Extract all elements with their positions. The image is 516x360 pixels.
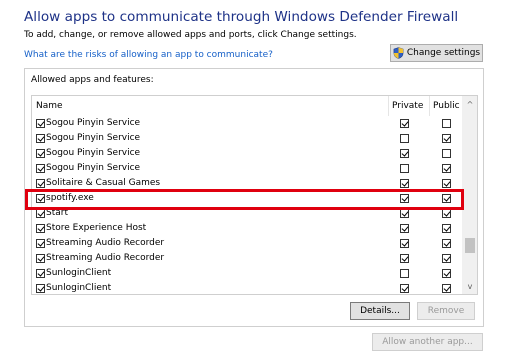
app-name: spotify.exe xyxy=(46,193,94,203)
app-row[interactable]: Sogou Pinyin Service xyxy=(32,131,462,146)
app-enabled-checkbox[interactable] xyxy=(36,134,45,143)
public-checkbox[interactable] xyxy=(442,194,451,203)
change-settings-label: Change settings xyxy=(406,48,481,58)
page-subtitle: To add, change, or remove allowed apps a… xyxy=(24,30,357,40)
private-checkbox[interactable] xyxy=(400,134,409,143)
app-name: Start xyxy=(46,208,68,218)
private-checkbox[interactable] xyxy=(400,209,409,218)
public-checkbox[interactable] xyxy=(442,164,451,173)
remove-button[interactable]: Remove xyxy=(417,302,475,320)
public-checkbox[interactable] xyxy=(442,179,451,188)
app-name: SunloginClient xyxy=(46,283,112,293)
allowed-apps-group: Allowed apps and features: Name Private … xyxy=(24,68,484,327)
app-row[interactable]: Sogou Pinyin Service xyxy=(32,161,462,176)
list-header: Name Private Public xyxy=(32,96,462,116)
uac-shield-icon xyxy=(393,47,404,59)
vertical-scrollbar[interactable]: ^ v xyxy=(462,96,477,294)
app-row[interactable]: Streaming Audio Recorder xyxy=(32,236,462,251)
app-name: Sogou Pinyin Service xyxy=(46,148,141,158)
allowed-apps-label: Allowed apps and features: xyxy=(31,75,154,85)
private-checkbox[interactable] xyxy=(400,254,409,263)
public-checkbox[interactable] xyxy=(442,239,451,248)
app-enabled-checkbox[interactable] xyxy=(36,149,45,158)
allow-another-app-button[interactable]: Allow another app... xyxy=(372,333,483,351)
app-enabled-checkbox[interactable] xyxy=(36,179,45,188)
private-checkbox[interactable] xyxy=(400,194,409,203)
app-name: Streaming Audio Recorder xyxy=(46,253,165,263)
public-checkbox[interactable] xyxy=(442,134,451,143)
private-checkbox[interactable] xyxy=(400,269,409,278)
scroll-down-arrow-icon[interactable]: v xyxy=(462,278,477,294)
public-checkbox[interactable] xyxy=(442,284,451,293)
private-checkbox[interactable] xyxy=(400,284,409,293)
column-divider xyxy=(429,96,430,116)
column-header-private[interactable]: Private xyxy=(392,101,423,111)
scroll-up-arrow-icon[interactable]: ^ xyxy=(462,96,477,112)
app-enabled-checkbox[interactable] xyxy=(36,209,45,218)
app-name: SunloginClient xyxy=(46,268,112,278)
app-enabled-checkbox[interactable] xyxy=(36,194,45,203)
app-name: Sogou Pinyin Service xyxy=(46,133,141,143)
column-header-name[interactable]: Name xyxy=(36,101,63,111)
public-checkbox[interactable] xyxy=(442,269,451,278)
app-row[interactable]: Solitaire & Casual Games xyxy=(32,176,462,191)
private-checkbox[interactable] xyxy=(400,239,409,248)
app-rows: Sogou Pinyin Service Sogou Pinyin Service… xyxy=(32,116,462,294)
app-name: Solitaire & Casual Games xyxy=(46,178,161,188)
app-row[interactable]: Store Experience Host xyxy=(32,221,462,236)
app-enabled-checkbox[interactable] xyxy=(36,164,45,173)
app-row[interactable]: SunloginClient xyxy=(32,266,462,281)
public-checkbox[interactable] xyxy=(442,119,451,128)
risks-link[interactable]: What are the risks of allowing an app to… xyxy=(24,50,273,60)
public-checkbox[interactable] xyxy=(442,254,451,263)
app-enabled-checkbox[interactable] xyxy=(36,119,45,128)
private-checkbox[interactable] xyxy=(400,179,409,188)
app-name: Sogou Pinyin Service xyxy=(46,118,141,128)
public-checkbox[interactable] xyxy=(442,209,451,218)
column-header-public[interactable]: Public xyxy=(433,101,460,111)
app-row[interactable]: Streaming Audio Recorder xyxy=(32,251,462,266)
public-checkbox[interactable] xyxy=(442,149,451,158)
private-checkbox[interactable] xyxy=(400,149,409,158)
private-checkbox[interactable] xyxy=(400,119,409,128)
private-checkbox[interactable] xyxy=(400,164,409,173)
app-row[interactable]: Sogou Pinyin Service xyxy=(32,146,462,161)
public-checkbox[interactable] xyxy=(442,224,451,233)
allowed-apps-list[interactable]: Name Private Public Sogou Pinyin Service… xyxy=(31,95,478,295)
app-enabled-checkbox[interactable] xyxy=(36,284,45,293)
change-settings-button[interactable]: Change settings xyxy=(390,44,483,62)
private-checkbox[interactable] xyxy=(400,224,409,233)
details-button[interactable]: Details... xyxy=(350,302,410,320)
column-divider xyxy=(388,96,389,116)
app-name: Streaming Audio Recorder xyxy=(46,238,165,248)
app-enabled-checkbox[interactable] xyxy=(36,254,45,263)
app-enabled-checkbox[interactable] xyxy=(36,239,45,248)
scroll-thumb[interactable] xyxy=(465,238,475,253)
page-title: Allow apps to communicate through Window… xyxy=(24,9,459,25)
app-row[interactable]: spotify.exe xyxy=(32,191,462,206)
app-row[interactable]: Start xyxy=(32,206,462,221)
app-row[interactable]: Sogou Pinyin Service xyxy=(32,116,462,131)
app-name: Store Experience Host xyxy=(46,223,147,233)
app-row[interactable]: SunloginClient xyxy=(32,281,462,294)
app-enabled-checkbox[interactable] xyxy=(36,269,45,278)
app-enabled-checkbox[interactable] xyxy=(36,224,45,233)
app-name: Sogou Pinyin Service xyxy=(46,163,141,173)
